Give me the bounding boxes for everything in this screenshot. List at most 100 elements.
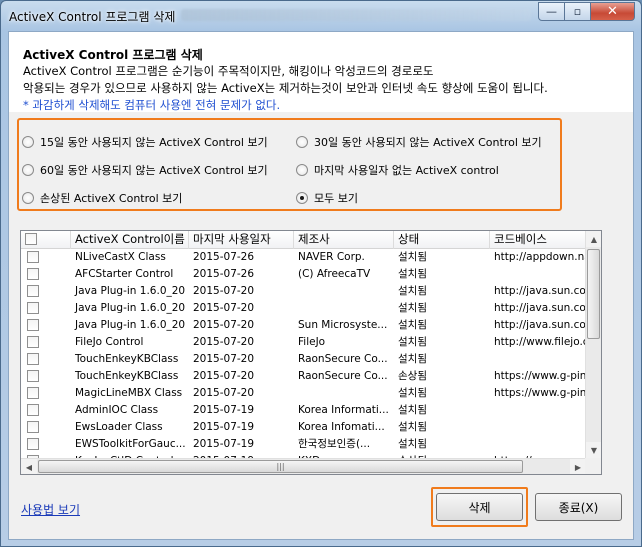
radio-filter-15days[interactable]: 15일 동안 사용되지 않는 ActiveX Control 보기 xyxy=(22,134,268,150)
caption-buttons: — ▫ ✕ xyxy=(538,2,635,22)
table-cell: 2015-07-20 xyxy=(193,336,255,348)
row-checkbox[interactable] xyxy=(27,319,39,331)
scroll-right-icon[interactable]: ▶ xyxy=(570,459,586,474)
table-cell: 2015-07-19 xyxy=(193,421,255,433)
close-button[interactable]: 종료(X) xyxy=(535,493,622,521)
radio-button-icon xyxy=(22,192,34,204)
minimize-button[interactable]: — xyxy=(538,2,565,21)
table-cell: TouchEnkeyKBClass xyxy=(75,370,179,382)
table-cell: http://java.sun.com/ xyxy=(494,285,586,297)
table-cell: 설치됨 xyxy=(398,421,427,433)
table-cell xyxy=(490,266,586,283)
table-cell: RaonSecure Co... xyxy=(298,370,388,382)
table-cell: 2015-07-26 xyxy=(193,268,255,280)
radio-filter-damaged[interactable]: 손상된 ActiveX Control 보기 xyxy=(22,190,182,206)
table-cell: MagicLineMBX Class xyxy=(75,387,183,399)
horizontal-scrollbar[interactable]: ◀ ||| ▶ xyxy=(21,458,586,474)
close-window-button[interactable]: ✕ xyxy=(590,2,635,21)
column-header-name[interactable]: ActiveX Control이름 xyxy=(71,231,189,249)
table-body: NLiveCastX Class 2015-07-26 NAVER Corp. 설치됨… xyxy=(21,249,586,458)
table-row[interactable]: Java Plug-in 1.6.0_20 2015-07-20 Sun Micro… xyxy=(21,317,586,334)
row-checkbox[interactable] xyxy=(27,285,39,297)
table-cell: 설치됨 xyxy=(398,319,427,331)
title-background-blur xyxy=(181,9,531,21)
table-cell xyxy=(294,300,394,317)
column-header-vendor[interactable]: 제조사 xyxy=(294,231,394,249)
table-cell: NAVER Corp. xyxy=(298,251,365,263)
maximize-button[interactable]: ▫ xyxy=(564,2,591,21)
table-row[interactable]: EwsLoader Class 2015-07-19 Korea Infomati.… xyxy=(21,419,586,436)
table-cell: 2015-07-20 xyxy=(193,285,255,297)
radio-label: 60일 동안 사용되지 않는 ActiveX Control 보기 xyxy=(40,164,268,177)
radio-filter-no-last-used[interactable]: 마지막 사용일자 없는 ActiveX control xyxy=(296,162,499,178)
title-bar[interactable]: ActiveX Control 프로그램 삭제 — ▫ ✕ xyxy=(1,1,641,31)
table-row[interactable]: MagicLineMBX Class 2015-07-20 설치됨 https://w… xyxy=(21,385,586,402)
table-cell: 설치됨 xyxy=(398,353,427,365)
table-row[interactable]: Java Plug-in 1.6.0_20 2015-07-20 설치됨 http:/… xyxy=(21,300,586,317)
row-checkbox[interactable] xyxy=(27,387,39,399)
horizontal-scroll-thumb[interactable]: ||| xyxy=(38,460,523,473)
vertical-scrollbar[interactable]: ▲ ▼ xyxy=(585,231,601,458)
table-row[interactable]: TouchEnkeyKBClass 2015-07-20 RaonSecure Co… xyxy=(21,368,586,385)
maximize-icon: ▫ xyxy=(573,5,582,18)
table-row[interactable]: AFCStarter Control 2015-07-26 (C) AfreecaT… xyxy=(21,266,586,283)
table-row[interactable]: Java Plug-in 1.6.0_20 2015-07-20 설치됨 http:/… xyxy=(21,283,586,300)
radio-filter-60days[interactable]: 60일 동안 사용되지 않는 ActiveX Control 보기 xyxy=(22,162,268,178)
dialog-client-area: ActiveX Control 프로그램 삭제 ActiveX Control … xyxy=(8,31,634,540)
help-link[interactable]: 사용법 보기 xyxy=(21,501,80,518)
row-checkbox[interactable] xyxy=(27,438,39,450)
radio-button-icon xyxy=(22,136,34,148)
table-cell: 2015-07-20 xyxy=(193,319,255,331)
radio-label: 모두 보기 xyxy=(314,192,358,205)
minimize-icon: — xyxy=(546,5,557,18)
table-cell: 설치됨 xyxy=(398,251,427,263)
row-checkbox[interactable] xyxy=(27,370,39,382)
scroll-down-icon[interactable]: ▼ xyxy=(586,442,601,458)
row-checkbox[interactable] xyxy=(27,251,39,263)
column-header-select[interactable] xyxy=(21,231,71,249)
table-cell: 설치됨 xyxy=(398,302,427,314)
radio-button-icon xyxy=(296,164,308,176)
table-cell xyxy=(294,385,394,402)
vertical-scroll-thumb[interactable] xyxy=(587,249,600,339)
row-checkbox[interactable] xyxy=(27,268,39,280)
table-cell: (C) AfreecaTV xyxy=(298,268,371,280)
table-cell: https://www.g-pin.go xyxy=(494,370,586,382)
table-row[interactable]: NLiveCastX Class 2015-07-26 NAVER Corp. 설치됨… xyxy=(21,249,586,266)
table-cell: Korea Informati... xyxy=(298,404,389,416)
table-cell: 설치됨 xyxy=(398,285,427,297)
table-cell xyxy=(490,351,586,368)
table-cell: 2015-07-19 xyxy=(193,404,255,416)
scroll-up-icon[interactable]: ▲ xyxy=(586,231,601,247)
delete-button[interactable]: 삭제 xyxy=(436,493,523,521)
header-panel: ActiveX Control 프로그램 삭제 ActiveX Control … xyxy=(9,32,633,112)
header-note: * 과감하게 삭제해도 컴퓨터 사용엔 전혀 문제가 없다. xyxy=(23,98,281,112)
table-row[interactable]: EWSToolkitForGauc... 2015-07-19 한국정보인증(...… xyxy=(21,436,586,453)
column-header-codebase[interactable]: 코드베이스 xyxy=(490,231,586,249)
table-row[interactable]: FileJo Control 2015-07-20 FileJo 설치됨 http://… xyxy=(21,334,586,351)
row-checkbox[interactable] xyxy=(27,336,39,348)
scroll-left-icon[interactable]: ◀ xyxy=(21,459,37,474)
header-description-line2: 악용되는 경우가 있으므로 사용하지 않는 ActiveX는 제거하는것이 보안… xyxy=(23,81,548,95)
radio-filter-30days[interactable]: 30일 동안 사용되지 않는 ActiveX Control 보기 xyxy=(296,134,542,150)
table-row[interactable]: TouchEnkeyKBClass 2015-07-20 RaonSecure Co… xyxy=(21,351,586,368)
select-all-checkbox[interactable] xyxy=(25,233,37,245)
table-cell xyxy=(490,402,586,419)
row-checkbox[interactable] xyxy=(27,353,39,365)
table-header: ActiveX Control이름 마지막 사용일자 제조사 상태 코드베이스 xyxy=(21,231,586,249)
radio-label: 30일 동안 사용되지 않는 ActiveX Control 보기 xyxy=(314,136,542,149)
table-row[interactable]: AdminIOC Class 2015-07-19 Korea Informati.… xyxy=(21,402,586,419)
radio-label: 손상된 ActiveX Control 보기 xyxy=(40,192,183,205)
row-checkbox[interactable] xyxy=(27,421,39,433)
table-cell: EwsLoader Class xyxy=(75,421,163,433)
column-header-status[interactable]: 상태 xyxy=(394,231,490,249)
row-checkbox[interactable] xyxy=(27,302,39,314)
table-cell: Java Plug-in 1.6.0_20 xyxy=(75,319,186,331)
table-cell: http://java.sun.com/ xyxy=(494,319,586,331)
table-cell: Java Plug-in 1.6.0_20 xyxy=(75,302,186,314)
radio-filter-show-all[interactable]: 모두 보기 xyxy=(296,190,358,206)
column-header-last-used[interactable]: 마지막 사용일자 xyxy=(189,231,294,249)
row-checkbox[interactable] xyxy=(27,404,39,416)
table-cell: 2015-07-19 xyxy=(193,438,255,450)
table-cell: FileJo xyxy=(298,336,326,348)
